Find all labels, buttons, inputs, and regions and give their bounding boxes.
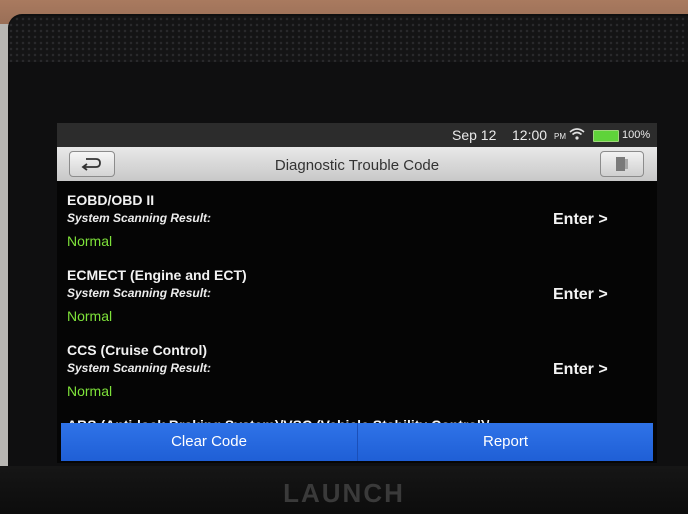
list-item: ECMECT (Engine and ECT) System Scanning … [57,256,657,331]
exit-button[interactable] [600,151,644,177]
status-date: Sep 12 [452,127,497,143]
scan-result-label: System Scanning Result: [67,361,212,375]
system-name: CCS (Cruise Control) [67,342,207,358]
system-list: EOBD/OBD II System Scanning Result: Norm… [57,181,657,428]
report-button[interactable]: Report [358,423,653,461]
system-name: EOBD/OBD II [67,192,155,208]
scan-status: Normal [67,233,113,249]
device-screen: Sep 12 12:00 PM 100% Diagnostic Trouble … [57,123,657,463]
status-time: 12:00 [512,127,548,143]
device-brand-logo: LAUNCH [283,478,405,508]
enter-button[interactable]: Enter > [553,361,608,379]
battery-icon [593,130,619,142]
exit-door-icon [616,157,628,171]
enter-button[interactable]: Enter > [553,211,608,229]
scan-result-label: System Scanning Result: [67,286,212,300]
list-item: CCS (Cruise Control) System Scanning Res… [57,331,657,406]
wifi-icon [569,128,585,140]
page-title: Diagnostic Trouble Code [274,157,440,174]
clear-code-button[interactable]: Clear Code [61,423,358,461]
scan-result-label: System Scanning Result: [67,211,212,225]
scan-status: Normal [67,308,113,324]
system-name: ECMECT (Engine and ECT) [67,267,247,283]
list-item: EOBD/OBD II System Scanning Result: Norm… [57,181,657,256]
scan-status: Normal [67,383,113,399]
title-bar: Diagnostic Trouble Code [57,147,657,181]
action-bar: Clear Code Report [61,423,653,461]
bezel-texture [8,16,688,62]
enter-button[interactable]: Enter > [553,286,608,304]
battery-percentage: 100% [622,129,651,141]
status-ampm: PM [554,132,566,141]
status-bar: Sep 12 12:00 PM 100% [57,123,657,147]
